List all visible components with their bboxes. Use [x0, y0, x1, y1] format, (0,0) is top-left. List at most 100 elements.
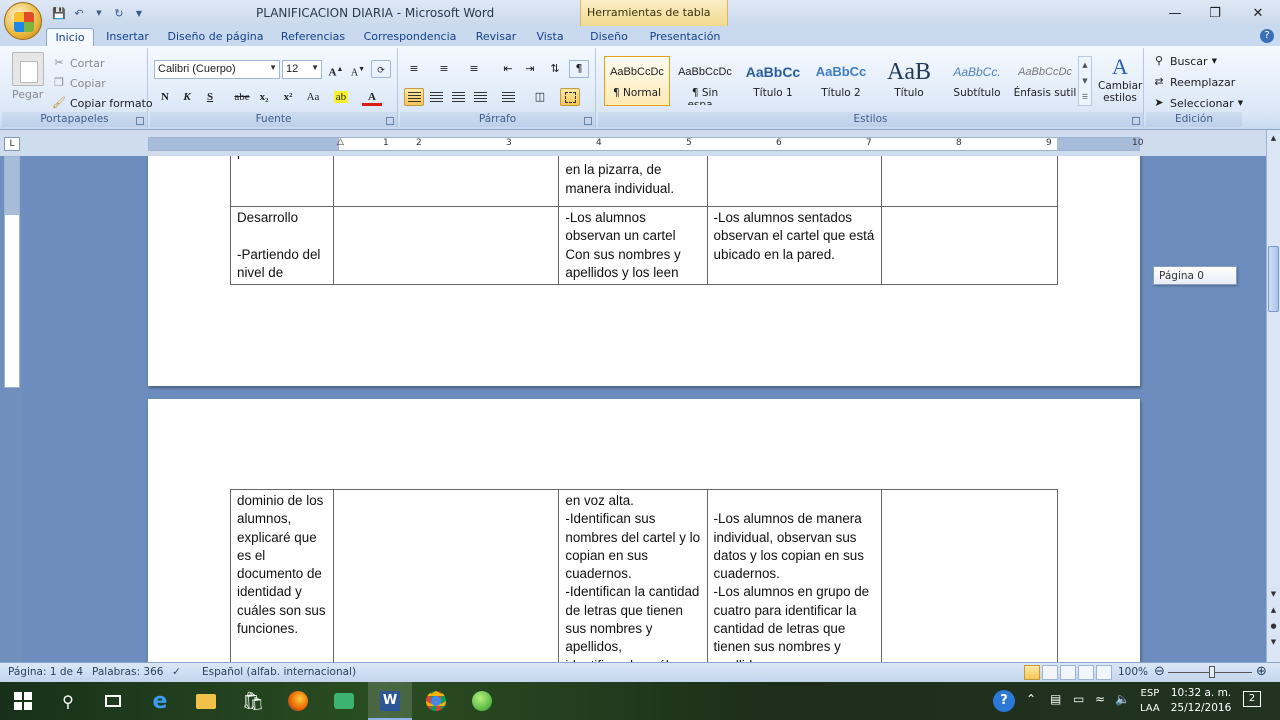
subscript-button[interactable]: x₂ [254, 88, 274, 106]
shrink-font-button[interactable]: A▼ [348, 60, 368, 78]
scrollbar-thumb[interactable] [1268, 246, 1279, 312]
table-cell[interactable]: Desarrollo -Partiendo del nivel de [229, 205, 335, 286]
task-view-icon[interactable] [100, 688, 126, 714]
table-cell[interactable]: escriben sus nombres en la pizarra, de m… [558, 156, 708, 207]
align-center-button[interactable] [426, 88, 446, 106]
select-button[interactable]: ➤ Seleccionar ▼ [1152, 96, 1243, 110]
draft-view-button[interactable] [1096, 665, 1112, 680]
print-layout-view-button[interactable] [1024, 665, 1040, 680]
strikethrough-button[interactable]: abe [230, 88, 254, 106]
tab-revisar[interactable]: Revisar [470, 28, 522, 46]
cut-button[interactable]: ✂ Cortar [52, 56, 104, 70]
sort-button[interactable]: ⇅ [545, 60, 565, 78]
horizontal-ruler[interactable]: 1 2 3 4 5 6 7 8 9 10 △ [148, 137, 1143, 151]
font-color-button[interactable]: A [362, 88, 382, 106]
style-subtitle[interactable]: AaBbCc. Subtítulo [944, 56, 1010, 106]
font-size-select[interactable]: 12 ▼ [282, 60, 322, 79]
table-cell[interactable] [706, 156, 882, 207]
line-spacing-button[interactable] [498, 88, 518, 106]
zoom-level[interactable]: 100% [1118, 666, 1148, 678]
highlight-button[interactable]: ab [331, 88, 351, 106]
tab-correspondencia[interactable]: Correspondencia [360, 28, 460, 46]
wifi-icon[interactable]: ≈ [1095, 692, 1105, 706]
decrease-indent-button[interactable]: ⇤ [498, 60, 518, 78]
clear-format-button[interactable]: ⟳ [371, 60, 391, 78]
windows-start-icon[interactable] [10, 688, 36, 714]
change-case-button[interactable]: Aa [301, 88, 325, 106]
tab-vista[interactable]: Vista [530, 28, 570, 46]
clipboard-launcher-icon[interactable] [136, 117, 144, 125]
superscript-button[interactable]: x² [278, 88, 298, 106]
page[interactable]: previo. escriben sus nombres en la pizar… [148, 156, 1140, 386]
change-styles-button[interactable]: A Cambiar estilos [1098, 54, 1142, 104]
web-view-button[interactable] [1060, 665, 1076, 680]
chrome-icon[interactable] [423, 688, 449, 714]
firefox-icon[interactable] [285, 688, 311, 714]
language-status[interactable]: Español (alfab. internacional) [202, 666, 356, 678]
table-cell[interactable]: -Los alumnos sentados observan el cartel… [706, 205, 882, 286]
language-indicator[interactable]: ESP LAA [1140, 686, 1160, 716]
save-icon[interactable]: 💾 [50, 5, 68, 21]
style-normal[interactable]: AaBbCcDc ¶ Normal [604, 56, 670, 106]
table-cell[interactable] [880, 156, 1059, 207]
paragraph-launcher-icon[interactable] [584, 117, 592, 125]
customize-qat-icon[interactable]: ▼ [130, 5, 148, 21]
scroll-down-icon[interactable]: ▼ [1268, 588, 1279, 601]
tab-presentacion[interactable]: Presentación [645, 28, 725, 46]
proofing-icon[interactable]: ✓ [172, 666, 181, 678]
align-left-button[interactable] [404, 88, 424, 106]
table-cell[interactable]: -Los alumnos observan un cartel Con sus … [558, 205, 708, 286]
bullets-button[interactable]: ≡ [404, 60, 424, 78]
table-cell[interactable] [333, 156, 560, 207]
replace-button[interactable]: ⇄ Reemplazar [1152, 75, 1235, 89]
zoom-in-icon[interactable]: ⊕ [1256, 664, 1267, 679]
underline-button[interactable]: S [200, 88, 220, 106]
increase-indent-button[interactable]: ⇥ [520, 60, 540, 78]
vertical-scrollbar[interactable]: ▲ ▼ ▲ ● ▼ [1266, 130, 1280, 662]
page-count[interactable]: Página: 1 de 4 [8, 666, 83, 678]
minimize-button[interactable]: — [1155, 3, 1195, 23]
copy-button[interactable]: ❐ Copiar [52, 76, 106, 90]
page[interactable]: dominio de los alumnos, explicaré que es… [148, 399, 1140, 662]
style-title[interactable]: AaB Título [876, 56, 942, 106]
shading-button[interactable]: ◫ [530, 88, 550, 106]
style-no-spacing[interactable]: AaBbCcDc ¶ Sin espa... [672, 56, 738, 106]
camtasia-icon[interactable] [331, 688, 357, 714]
table-cell[interactable] [333, 489, 560, 662]
tab-inicio[interactable]: Inicio [46, 28, 94, 46]
office-button[interactable] [4, 2, 42, 40]
help-tray-icon[interactable]: ? [993, 690, 1015, 712]
undo-dropdown-icon[interactable]: ▼ [90, 5, 108, 21]
style-subtle-emphasis[interactable]: AaBbCcDc Énfasis sutil [1012, 56, 1078, 106]
indent-marker-icon[interactable]: △ [337, 137, 344, 147]
help-icon[interactable]: ? [1260, 29, 1274, 43]
battery-icon[interactable]: ▭ [1073, 692, 1084, 706]
document-area[interactable]: previo. escriben sus nombres en la pizar… [22, 156, 1266, 662]
paste-button[interactable]: Pegar [12, 88, 43, 101]
numbering-button[interactable]: ≡ [434, 60, 454, 78]
tab-insertar[interactable]: Insertar [100, 28, 155, 46]
app-icon[interactable] [469, 688, 495, 714]
next-page-icon[interactable]: ▼ [1268, 636, 1279, 649]
font-family-select[interactable]: Calibri (Cuerpo) ▼ [154, 60, 280, 79]
show-hidden-icons[interactable]: ⌃ [1026, 692, 1036, 706]
edge-icon[interactable]: e [147, 688, 173, 714]
table-cell[interactable]: dominio de los alumnos, explicaré que es… [229, 489, 335, 662]
store-icon[interactable]: 🛍 [240, 688, 266, 714]
paste-icon[interactable] [12, 52, 44, 86]
tab-selector-button[interactable]: L [4, 137, 20, 151]
browse-object-icon[interactable]: ● [1268, 620, 1279, 633]
full-screen-view-button[interactable] [1042, 665, 1058, 680]
italic-button[interactable]: K [177, 88, 197, 106]
volume-icon[interactable]: 🔈 [1115, 692, 1130, 706]
find-button[interactable]: ⚲ Buscar ▼ [1152, 54, 1217, 68]
bold-button[interactable]: N [155, 88, 175, 106]
style-heading1[interactable]: AaBbCc Título 1 [740, 56, 806, 106]
zoom-slider-knob[interactable] [1209, 666, 1215, 678]
grow-font-button[interactable]: A▲ [326, 60, 346, 79]
styles-gallery-scroll[interactable]: ▲ ▼ ☰ [1078, 56, 1092, 106]
outline-view-button[interactable] [1078, 665, 1094, 680]
redo-icon[interactable]: ↻ [110, 5, 128, 21]
borders-button[interactable] [560, 88, 580, 106]
previous-page-icon[interactable]: ▲ [1268, 604, 1279, 617]
